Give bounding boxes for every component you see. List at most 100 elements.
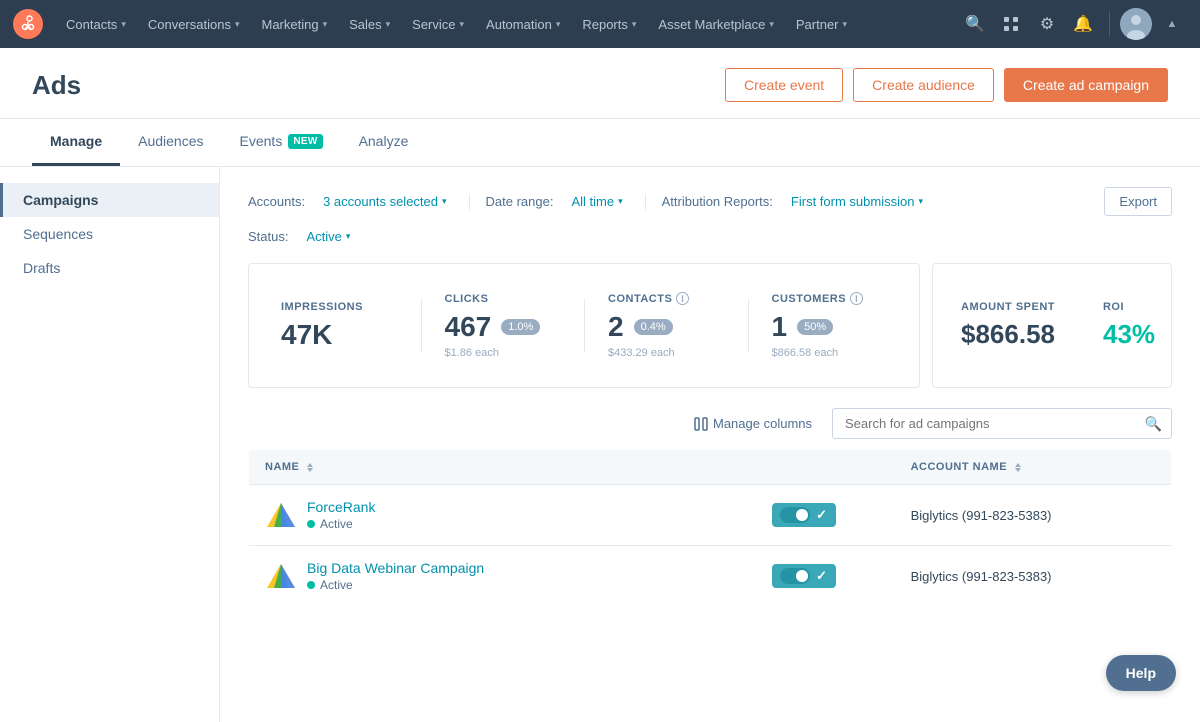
filter-separator — [645, 194, 646, 210]
create-event-button[interactable]: Create event — [725, 68, 843, 102]
campaigns-table: NAME ACCOUNT NAME — [248, 449, 1172, 607]
metric-clicks: CLICKS 467 1.0% $1.86 each — [421, 293, 585, 359]
contacts-pct: 0.4% — [634, 319, 673, 335]
status-dot — [307, 520, 315, 528]
page-wrapper: Ads Create event Create audience Create … — [0, 48, 1200, 722]
impressions-value-row: 47K — [281, 319, 397, 351]
customers-value-row: 1 50% — [772, 311, 888, 343]
accounts-filter-select[interactable]: 3 accounts selected ▾ — [317, 191, 452, 212]
chevron-down-icon: ▾ — [442, 196, 447, 207]
campaign-status: Active — [307, 578, 484, 592]
create-ad-campaign-button[interactable]: Create ad campaign — [1004, 68, 1168, 102]
metrics-main: IMPRESSIONS 47K CLICKS 467 1.0% — [248, 263, 920, 388]
roi-label: ROI — [1103, 301, 1155, 313]
topnav-item-service[interactable]: Service ▾ — [402, 11, 474, 38]
topnav-item-sales[interactable]: Sales ▾ — [339, 11, 400, 38]
clicks-label: CLICKS — [445, 293, 561, 305]
table-header: NAME ACCOUNT NAME — [249, 450, 1172, 485]
status-dot — [307, 581, 315, 589]
create-audience-button[interactable]: Create audience — [853, 68, 994, 102]
status-filter-select[interactable]: Active ▾ — [300, 226, 356, 247]
expand-icon[interactable]: ▲ — [1156, 8, 1188, 40]
topnav-item-conversations[interactable]: Conversations ▾ — [138, 11, 250, 38]
toggle-switch[interactable]: ✓ — [772, 564, 836, 588]
attribution-label: Attribution Reports: — [662, 194, 773, 209]
toggle-switch[interactable]: ✓ — [772, 503, 836, 527]
table-row: ForceRank Active — [249, 485, 1172, 546]
apps-icon[interactable] — [995, 8, 1027, 40]
topnav-right: 🔍 ⚙ 🔔 ▲ — [959, 8, 1188, 40]
topnav-item-contacts[interactable]: Contacts ▾ — [56, 11, 136, 38]
customers-info-icon[interactable]: i — [850, 292, 863, 305]
cell-name-bigdata: Big Data Webinar Campaign Active — [249, 546, 757, 607]
chevron-down-icon: ▾ — [386, 19, 391, 30]
date-range-select[interactable]: All time ▾ — [565, 191, 628, 212]
tab-manage[interactable]: Manage — [32, 119, 120, 166]
tab-audiences[interactable]: Audiences — [120, 119, 221, 166]
topnav-item-partner[interactable]: Partner ▾ — [786, 11, 857, 38]
toggle-thumb — [796, 509, 808, 521]
roi-block: ROI 43% — [1103, 301, 1155, 350]
filters-row-1: Accounts: 3 accounts selected ▾ Date ran… — [248, 187, 1172, 216]
attribution-select[interactable]: First form submission ▾ — [785, 191, 929, 212]
search-icon[interactable]: 🔍 — [959, 8, 991, 40]
hubspot-logo[interactable] — [12, 8, 44, 40]
clicks-value: 467 — [445, 311, 492, 343]
avatar[interactable] — [1120, 8, 1152, 40]
topnav-item-marketing[interactable]: Marketing ▾ — [251, 11, 337, 38]
metrics-right: AMOUNT SPENT $866.58 ROI 43% — [932, 263, 1172, 388]
campaign-status: Active — [307, 517, 375, 531]
clicks-sub: $1.86 each — [445, 347, 561, 359]
cell-name-forcerank: ForceRank Active — [249, 485, 757, 546]
impressions-label: IMPRESSIONS — [281, 301, 397, 313]
chevron-down-icon: ▾ — [460, 19, 465, 30]
contacts-info-icon[interactable]: i — [676, 292, 689, 305]
clicks-value-row: 467 1.0% — [445, 311, 561, 343]
tab-analyze[interactable]: Analyze — [341, 119, 427, 166]
campaign-name-cell: ForceRank Active — [265, 499, 740, 531]
cell-account-forcerank: Biglytics (991-823-5383) — [895, 485, 1172, 546]
cell-account-bigdata: Biglytics (991-823-5383) — [895, 546, 1172, 607]
metric-contacts: CONTACTS i 2 0.4% $433.29 each — [584, 292, 748, 359]
table-body: ForceRank Active — [249, 485, 1172, 607]
campaign-name-info: ForceRank Active — [307, 499, 375, 531]
settings-icon[interactable]: ⚙ — [1031, 8, 1063, 40]
campaign-name-info: Big Data Webinar Campaign Active — [307, 560, 484, 592]
toggle-check: ✓ — [816, 568, 827, 584]
table-row: Big Data Webinar Campaign Active — [249, 546, 1172, 607]
chevron-down-icon: ▾ — [346, 231, 351, 242]
sidebar-item-campaigns[interactable]: Campaigns — [0, 183, 219, 217]
campaign-name-link[interactable]: ForceRank — [307, 499, 375, 515]
help-button[interactable]: Help — [1106, 655, 1176, 691]
tabs-bar: Manage Audiences Events NEW Analyze — [0, 119, 1200, 167]
contacts-value: 2 — [608, 311, 624, 343]
chevron-down-icon: ▾ — [121, 19, 126, 30]
topnav-item-reports[interactable]: Reports ▾ — [572, 11, 646, 38]
sidebar-item-sequences[interactable]: Sequences — [0, 217, 219, 251]
amount-spent-value: $866.58 — [961, 319, 1055, 350]
cell-toggle-bigdata[interactable]: ✓ — [756, 546, 894, 607]
topnav-item-asset-marketplace[interactable]: Asset Marketplace ▾ — [648, 11, 783, 38]
customers-value: 1 — [772, 311, 788, 343]
campaign-name-link[interactable]: Big Data Webinar Campaign — [307, 560, 484, 576]
search-input[interactable] — [832, 408, 1172, 439]
export-button[interactable]: Export — [1104, 187, 1172, 216]
topnav-item-automation[interactable]: Automation ▾ — [476, 11, 570, 38]
nav-divider — [1109, 12, 1110, 36]
tab-events[interactable]: Events NEW — [222, 119, 341, 166]
notifications-icon[interactable]: 🔔 — [1067, 8, 1099, 40]
amount-spent-label: AMOUNT SPENT — [961, 301, 1055, 313]
sidebar-item-drafts[interactable]: Drafts — [0, 251, 219, 285]
chevron-down-icon: ▾ — [235, 19, 240, 30]
campaign-name-cell: Big Data Webinar Campaign Active — [265, 560, 740, 592]
filter-separator — [469, 194, 470, 210]
contacts-sub: $433.29 each — [608, 347, 724, 359]
col-name[interactable]: NAME — [249, 450, 757, 485]
col-account-name[interactable]: ACCOUNT NAME — [895, 450, 1172, 485]
manage-columns-button[interactable]: Manage columns — [686, 411, 820, 436]
clicks-pct: 1.0% — [501, 319, 540, 335]
cell-toggle-forcerank[interactable]: ✓ — [756, 485, 894, 546]
main-content: Campaigns Sequences Drafts Accounts: 3 a… — [0, 167, 1200, 722]
page-header: Ads Create event Create audience Create … — [0, 48, 1200, 119]
chevron-down-icon: ▾ — [556, 19, 561, 30]
